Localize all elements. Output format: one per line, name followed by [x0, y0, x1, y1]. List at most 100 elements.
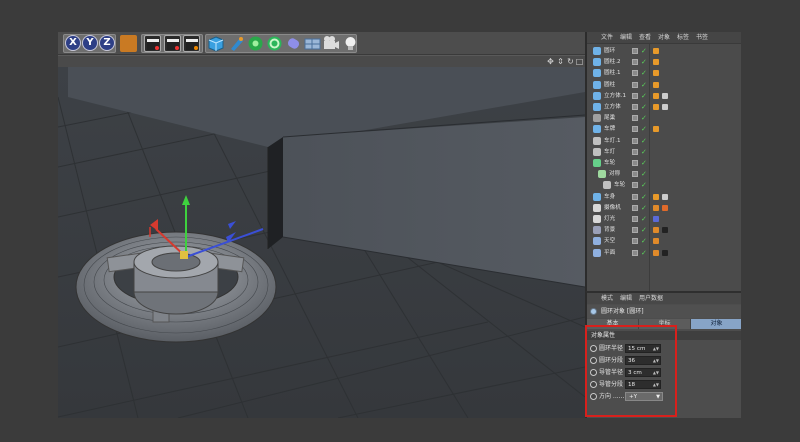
- visibility-toggle[interactable]: [632, 137, 638, 144]
- menu-mode[interactable]: 模式: [601, 294, 613, 303]
- visibility-toggle[interactable]: [632, 193, 638, 200]
- clapper-play-icon[interactable]: [164, 35, 181, 52]
- enabled-check-icon[interactable]: ✓: [641, 69, 647, 77]
- enabled-check-icon[interactable]: ✓: [641, 103, 647, 111]
- enabled-check-icon[interactable]: ✓: [641, 226, 647, 234]
- object-tag-icon[interactable]: [653, 70, 659, 77]
- object-row[interactable]: 圆环 ✓: [587, 46, 741, 56]
- visibility-toggle[interactable]: [632, 227, 638, 234]
- visibility-toggle[interactable]: [632, 48, 638, 54]
- object-name[interactable]: 对称: [609, 169, 620, 179]
- object-row[interactable]: 圆柱.1 ✓: [587, 68, 741, 78]
- maximize-view-icon[interactable]: □: [575, 57, 584, 66]
- object-row[interactable]: 车牌 ✓: [587, 124, 741, 134]
- visibility-toggle[interactable]: [632, 70, 638, 77]
- enabled-check-icon[interactable]: ✓: [641, 159, 647, 167]
- visibility-toggle[interactable]: [632, 249, 638, 256]
- ring-segments-anim-icon[interactable]: [590, 357, 597, 364]
- object-tag-icon[interactable]: [662, 193, 668, 200]
- ring-segments-input[interactable]: 36 ▲▼: [625, 356, 661, 365]
- visibility-toggle[interactable]: [632, 126, 638, 133]
- spinner-icon[interactable]: ▲▼: [653, 345, 659, 353]
- pen-icon[interactable]: [228, 35, 245, 52]
- object-tag-icon[interactable]: [653, 216, 659, 222]
- object-row[interactable]: 背景 ✓: [587, 225, 741, 235]
- visibility-toggle[interactable]: [632, 171, 638, 178]
- enabled-check-icon[interactable]: ✓: [641, 181, 647, 189]
- object-name[interactable]: 灯光: [604, 214, 615, 224]
- object-tag-icon[interactable]: [653, 92, 659, 99]
- object-row[interactable]: 车轮 ✓: [587, 158, 741, 168]
- visibility-toggle[interactable]: [632, 81, 638, 88]
- enabled-check-icon[interactable]: ✓: [641, 92, 647, 100]
- menu-object[interactable]: 对象: [658, 33, 670, 42]
- object-name[interactable]: 圆柱.2: [604, 57, 621, 67]
- visibility-toggle[interactable]: [632, 204, 638, 211]
- visibility-toggle[interactable]: [632, 92, 638, 99]
- array-icon[interactable]: [266, 35, 283, 52]
- enabled-check-icon[interactable]: ✓: [641, 170, 647, 178]
- menu-view[interactable]: 查看: [639, 33, 651, 42]
- object-row[interactable]: 对称 ✓: [587, 169, 741, 179]
- object-name[interactable]: 车身: [604, 192, 615, 202]
- object-name[interactable]: 圆柱.1: [604, 68, 621, 78]
- object-row[interactable]: 立方体 ✓: [587, 102, 741, 112]
- enabled-check-icon[interactable]: ✓: [641, 148, 647, 156]
- object-tag-icon[interactable]: [653, 48, 659, 54]
- enabled-check-icon[interactable]: ✓: [641, 237, 647, 245]
- object-row[interactable]: 尾巢 ✓: [587, 113, 741, 123]
- tab-basic[interactable]: 基本: [587, 319, 639, 329]
- object-name[interactable]: 立方体: [604, 102, 621, 112]
- orientation-select[interactable]: +Y ▼: [625, 392, 663, 401]
- object-row[interactable]: 灯光 ✓: [587, 214, 741, 224]
- visibility-toggle[interactable]: [632, 115, 638, 122]
- menu-user-data[interactable]: 用户数据: [639, 294, 663, 303]
- coordinate-icon[interactable]: [120, 35, 137, 52]
- menu-edit[interactable]: 编辑: [620, 33, 632, 42]
- menu-file[interactable]: 文件: [601, 33, 613, 42]
- object-row[interactable]: 平面 ✓: [587, 248, 741, 258]
- object-tag-icon[interactable]: [653, 59, 659, 66]
- object-name[interactable]: 摄像机: [604, 203, 621, 213]
- pipe-segments-input[interactable]: 18 ▲▼: [625, 380, 661, 389]
- menu-attr-edit[interactable]: 编辑: [620, 294, 632, 303]
- object-tag-icon[interactable]: [662, 227, 668, 234]
- tab-object[interactable]: 对象: [691, 319, 741, 329]
- ring-radius-input[interactable]: 15 cm ▲▼: [625, 344, 661, 353]
- visibility-toggle[interactable]: [632, 148, 638, 155]
- object-row[interactable]: 圆柱 ✓: [587, 80, 741, 90]
- object-name[interactable]: 车灯.1: [604, 136, 621, 146]
- object-row[interactable]: 天空 ✓: [587, 236, 741, 246]
- cube-icon[interactable]: [208, 35, 225, 52]
- orientation-anim-icon[interactable]: [590, 393, 597, 400]
- enabled-check-icon[interactable]: ✓: [641, 204, 647, 212]
- visibility-toggle[interactable]: [632, 182, 638, 189]
- enabled-check-icon[interactable]: ✓: [641, 215, 647, 223]
- object-row[interactable]: 摄像机 ✓: [587, 203, 741, 213]
- object-tag-icon[interactable]: [653, 227, 659, 234]
- menu-bookmark[interactable]: 书签: [696, 33, 708, 42]
- object-name[interactable]: 立方体.1: [604, 91, 626, 101]
- pipe-segments-anim-icon[interactable]: [590, 381, 597, 388]
- object-tag-icon[interactable]: [662, 204, 668, 211]
- axis-z-icon[interactable]: Z: [99, 35, 115, 51]
- ring-radius-anim-icon[interactable]: [590, 345, 597, 352]
- clapper-icon[interactable]: [144, 35, 161, 52]
- object-tag-icon[interactable]: [653, 204, 659, 211]
- floor-icon[interactable]: [304, 35, 321, 52]
- object-name[interactable]: 背景: [604, 225, 615, 235]
- object-name[interactable]: 圆环: [604, 46, 615, 56]
- camera-icon[interactable]: [323, 35, 340, 52]
- object-tag-icon[interactable]: [662, 92, 668, 99]
- enabled-check-icon[interactable]: ✓: [641, 249, 647, 257]
- object-row[interactable]: 车灯 ✓: [587, 147, 741, 157]
- subdivision-icon[interactable]: [247, 35, 264, 52]
- enabled-check-icon[interactable]: ✓: [641, 193, 647, 201]
- object-tag-icon[interactable]: [653, 104, 659, 110]
- object-tag-icon[interactable]: [662, 104, 668, 110]
- object-row[interactable]: 立方体.1 ✓: [587, 91, 741, 101]
- object-tag-icon[interactable]: [653, 81, 659, 88]
- object-row[interactable]: 圆柱.2 ✓: [587, 57, 741, 67]
- object-name[interactable]: 平面: [604, 248, 615, 258]
- visibility-toggle[interactable]: [632, 104, 638, 110]
